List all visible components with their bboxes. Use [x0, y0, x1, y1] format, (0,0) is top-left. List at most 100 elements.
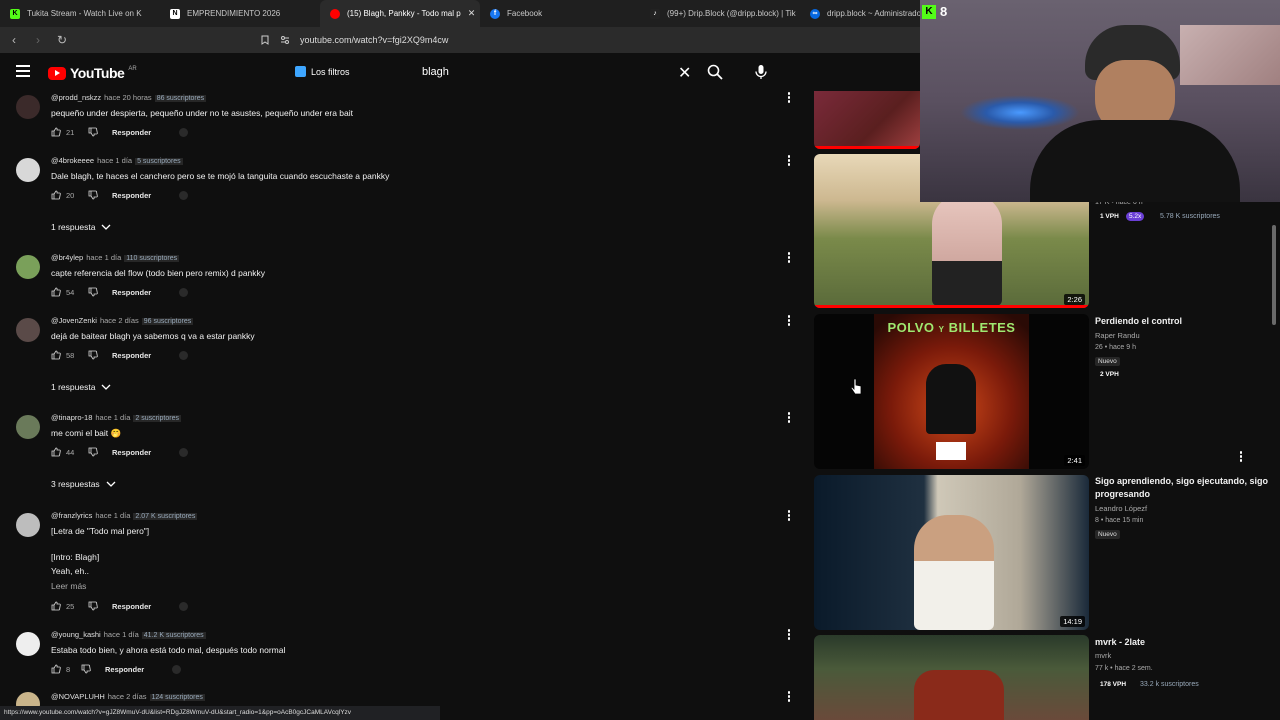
comment-time[interactable]: hace 1 día — [95, 511, 130, 520]
reply-button[interactable]: Responder — [112, 448, 151, 457]
back-icon[interactable]: ‹ — [4, 33, 24, 47]
view-replies-button[interactable]: 1 respuesta — [51, 382, 111, 392]
close-tab-icon[interactable]: ✕ — [468, 8, 476, 19]
like-count: 58 — [66, 350, 75, 360]
dislike-icon[interactable] — [88, 190, 98, 200]
avatar[interactable] — [16, 95, 40, 119]
youtube-logo[interactable]: YouTube AR — [48, 65, 137, 81]
comment-author[interactable]: @young_kashi — [51, 630, 101, 639]
dislike-icon[interactable] — [88, 350, 98, 360]
video-title[interactable]: Sigo aprendiendo, sigo ejecutando, sigo … — [1095, 475, 1270, 501]
comment-author[interactable]: @franzlyrics — [51, 511, 92, 520]
meta-favicon-icon: ∞ — [810, 8, 820, 19]
video-thumbnail[interactable] — [814, 635, 1089, 720]
site-info-icon[interactable] — [280, 35, 290, 45]
comment-author[interactable]: @4brokeeee — [51, 156, 94, 165]
avatar[interactable] — [16, 158, 40, 182]
more-options-icon[interactable] — [786, 629, 792, 641]
video-title[interactable]: mvrk - 2late — [1095, 636, 1270, 649]
comment-text-line: Yeah, eh.. — [51, 566, 89, 576]
avatar[interactable] — [16, 632, 40, 656]
channel-name[interactable]: Leandro Lópezf — [1095, 504, 1147, 513]
comment-time[interactable]: hace 2 días — [108, 692, 147, 701]
viewer-count: 8 — [940, 4, 948, 19]
comment-time[interactable]: hace 1 día — [104, 630, 139, 639]
tab-youtube[interactable]: (15) Blagh, Pankky - Todo mal p ✕ — [320, 0, 480, 27]
avatar[interactable] — [16, 692, 40, 706]
view-replies-button[interactable]: 1 respuesta — [51, 222, 111, 232]
comment-text: [Letra de "Todo mal pero"] — [51, 526, 150, 536]
subscriber-badge: 41.2 K suscriptores — [141, 632, 206, 639]
filters-button[interactable]: Los filtros — [295, 66, 350, 77]
more-options-icon[interactable] — [786, 691, 792, 703]
chevron-down-icon — [101, 384, 111, 390]
reply-button[interactable]: Responder — [105, 665, 144, 674]
search-input[interactable]: blagh — [422, 66, 449, 78]
comment-time[interactable]: hace 2 días — [100, 316, 139, 325]
like-icon[interactable] — [51, 190, 61, 200]
microphone-icon[interactable] — [753, 64, 769, 80]
dislike-icon[interactable] — [81, 664, 91, 674]
more-options-icon[interactable] — [786, 252, 792, 264]
reply-button[interactable]: Responder — [112, 191, 151, 200]
dislike-icon[interactable] — [88, 287, 98, 297]
like-icon[interactable] — [51, 350, 61, 360]
comment-meta: @br4ylep hace 1 día 110 suscriptores — [51, 253, 180, 262]
bookmark-icon[interactable] — [260, 35, 270, 45]
reply-button[interactable]: Responder — [112, 128, 151, 137]
channel-name[interactable]: Raper Randu — [1095, 331, 1140, 340]
like-icon[interactable] — [51, 287, 61, 297]
more-options-icon[interactable] — [1238, 451, 1244, 463]
url-field[interactable]: youtube.com/watch?v=fgi2XQ9m4cw — [261, 31, 920, 49]
like-icon[interactable] — [51, 447, 61, 457]
like-icon[interactable] — [51, 664, 61, 674]
view-replies-button[interactable]: 3 respuestas — [51, 479, 116, 489]
comment-time[interactable]: hace 1 día — [95, 413, 130, 422]
logo-text: YouTube — [70, 65, 125, 81]
reply-button[interactable]: Responder — [112, 602, 151, 611]
comment-author[interactable]: @br4ylep — [51, 253, 83, 262]
video-title[interactable]: Perdiendo el control — [1095, 315, 1270, 328]
search-icon[interactable] — [707, 64, 723, 80]
tab-notion[interactable]: N EMPRENDIMIENTO 2026 — [160, 0, 320, 27]
comment-author[interactable]: @tinapro-18 — [51, 413, 92, 422]
dislike-icon[interactable] — [88, 447, 98, 457]
comment-author[interactable]: @JovenZenki — [51, 316, 97, 325]
more-options-icon[interactable] — [786, 315, 792, 327]
tab-facebook[interactable]: f Facebook — [480, 0, 640, 27]
dislike-icon[interactable] — [88, 127, 98, 137]
more-options-icon[interactable] — [786, 510, 792, 522]
video-thumbnail[interactable]: 14:19 — [814, 475, 1089, 630]
tab-kick[interactable]: K Tukita Stream - Watch Live on K — [0, 0, 160, 27]
reply-button[interactable]: Responder — [112, 288, 151, 297]
avatar[interactable] — [16, 255, 40, 279]
read-more-link[interactable]: Leer más — [51, 581, 86, 591]
like-icon[interactable] — [51, 601, 61, 611]
dislike-icon[interactable] — [88, 601, 98, 611]
comment-author[interactable]: @prodd_nskzz — [51, 93, 101, 102]
video-thumbnail[interactable] — [814, 91, 920, 149]
clear-search-icon[interactable]: ✕ — [678, 63, 691, 83]
avatar[interactable] — [16, 318, 40, 342]
reply-button[interactable]: Responder — [112, 351, 151, 360]
album-figure — [926, 364, 976, 434]
comment-time[interactable]: hace 1 día — [97, 156, 132, 165]
comment-time[interactable]: hace 20 horas — [104, 93, 152, 102]
comment-author[interactable]: @NOVAPLUHH — [51, 692, 105, 701]
more-options-icon[interactable] — [786, 412, 792, 424]
forward-icon[interactable]: › — [28, 33, 48, 47]
reload-icon[interactable]: ↻ — [52, 33, 72, 47]
more-options-icon[interactable] — [786, 92, 792, 104]
comment-text: capte referencia del flow (todo bien per… — [51, 268, 266, 278]
more-options-icon[interactable] — [786, 155, 792, 167]
avatar[interactable] — [16, 513, 40, 537]
subscriber-count: 33.2 k suscriptores — [1140, 681, 1199, 688]
avatar[interactable] — [16, 415, 40, 439]
channel-heart-icon — [179, 287, 189, 297]
comment-time[interactable]: hace 1 día — [86, 253, 121, 262]
tab-tiktok[interactable]: ♪ (99+) Drip.Block (@dripp.block) | Tik — [640, 0, 800, 27]
scrollbar-thumb[interactable] — [1272, 225, 1276, 325]
menu-icon[interactable] — [16, 65, 30, 77]
channel-name[interactable]: mvrk — [1095, 651, 1111, 660]
like-icon[interactable] — [51, 127, 61, 137]
